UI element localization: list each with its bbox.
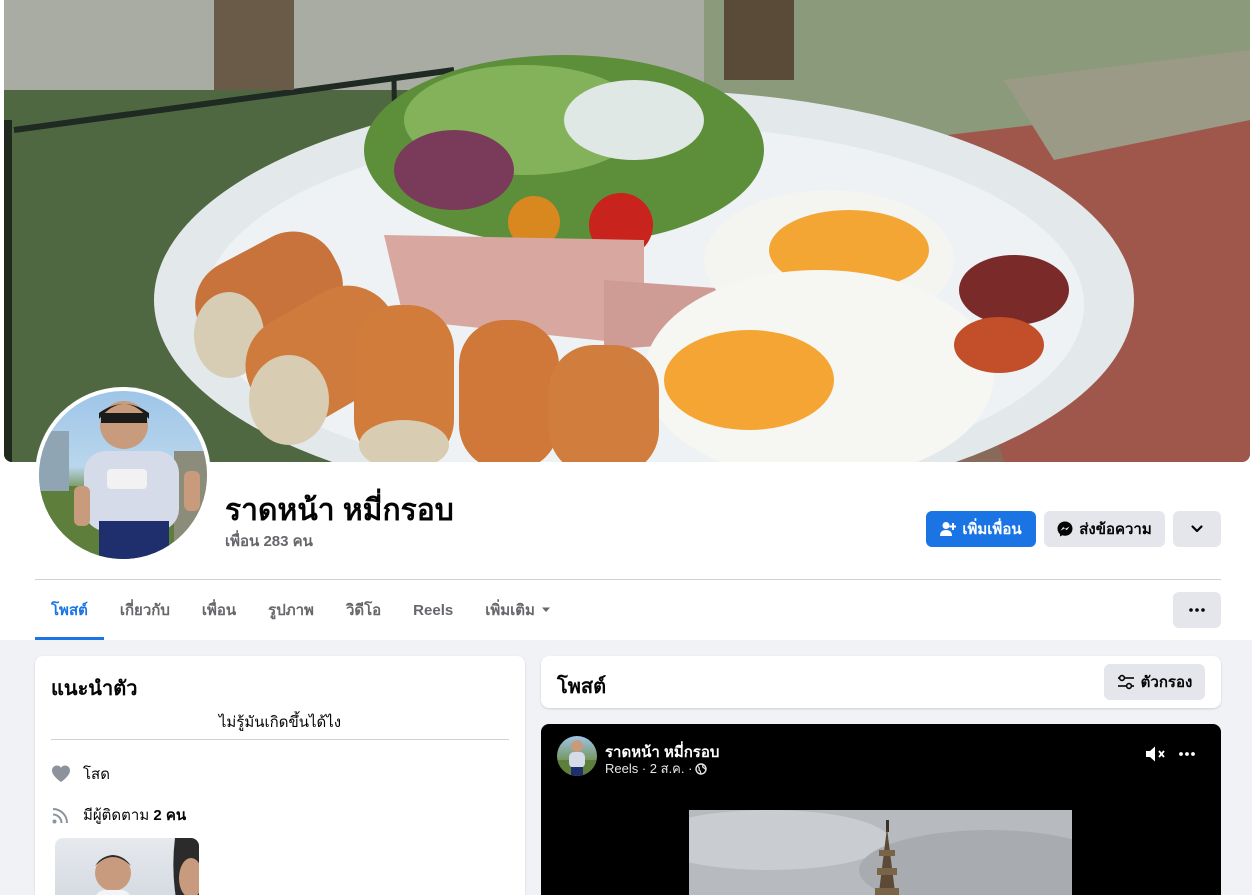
cover-photo-image <box>4 0 1250 462</box>
posts-header-card: โพสต์ ตัวกรอง <box>541 656 1221 708</box>
tab-more[interactable]: เพิ่มเติม <box>469 580 567 640</box>
more-dots-icon <box>1179 752 1195 756</box>
message-label: ส่งข้อความ <box>1079 521 1152 538</box>
tab-friends-label: เพื่อน <box>201 602 237 619</box>
tab-reels[interactable]: Reels <box>397 580 469 640</box>
cover-photo[interactable] <box>4 0 1250 462</box>
followers-text: มีผู้ติดตาม 2 คน <box>83 803 186 827</box>
featured-photo[interactable] <box>55 838 199 895</box>
messenger-icon <box>1057 521 1073 537</box>
profile-name: ราดหน้า หมี่กรอบ <box>225 494 454 527</box>
temple-spire-image <box>689 810 1072 895</box>
intro-card: แนะนำตัว ไม่รู้มันเกิดขึ้นได้ไง โสด มีผู… <box>35 656 525 895</box>
reel-author-avatar[interactable] <box>557 736 597 776</box>
reel-more-options-button[interactable] <box>1177 744 1197 769</box>
rss-followers-icon <box>52 808 68 824</box>
tab-videos[interactable]: วิดีโอ <box>330 580 397 640</box>
globe-public-icon <box>695 762 708 775</box>
caret-down-icon <box>541 607 550 612</box>
chevron-down-icon <box>1191 525 1203 533</box>
tab-friends[interactable]: เพื่อน <box>186 580 252 640</box>
heart-icon <box>52 765 70 782</box>
filter-label: ตัวกรอง <box>1140 674 1193 691</box>
add-friend-button[interactable]: เพิ่มเพื่อน <box>926 511 1036 547</box>
tab-photos[interactable]: รูปภาพ <box>252 580 330 640</box>
tab-more-label: เพิ่มเติม <box>485 602 535 619</box>
reel-video-thumbnail[interactable] <box>689 810 1072 895</box>
reel-post-card[interactable]: ราดหน้า หมี่กรอบ Reels · 2 ส.ค. · <box>541 724 1221 895</box>
profile-more-button[interactable] <box>1173 511 1221 547</box>
posts-title: โพสต์ <box>557 676 607 698</box>
filter-sliders-icon <box>1117 674 1134 690</box>
tab-posts-label: โพสต์ <box>51 602 88 619</box>
more-dots-icon <box>1189 608 1205 612</box>
mute-button[interactable] <box>1145 744 1167 769</box>
add-friend-label: เพิ่มเพื่อน <box>962 521 1022 538</box>
reel-meta: Reels · 2 ส.ค. · <box>605 758 708 779</box>
tabs-more-options-button[interactable] <box>1173 592 1221 628</box>
tab-photos-label: รูปภาพ <box>268 602 314 619</box>
followers-count[interactable]: 2 คน <box>153 807 186 824</box>
tab-videos-label: วิดีโอ <box>345 602 382 619</box>
tab-posts[interactable]: โพสต์ <box>35 580 104 640</box>
profile-tabs: โพสต์ เกี่ยวกับ เพื่อน รูปภาพ วิดีโอ Ree… <box>35 580 567 640</box>
followers-row: มีผู้ติดตาม 2 คน <box>51 803 186 827</box>
featured-photo-image <box>95 838 199 895</box>
profile-picture[interactable] <box>35 387 211 563</box>
filter-button[interactable]: ตัวกรอง <box>1104 664 1205 700</box>
relationship-row: โสด <box>51 762 110 786</box>
tab-about-label: เกี่ยวกับ <box>119 602 170 619</box>
intro-divider <box>51 739 509 740</box>
relationship-status: โสด <box>83 766 110 783</box>
message-button[interactable]: ส่งข้อความ <box>1044 511 1165 547</box>
friends-count[interactable]: เพื่อน 283 คน <box>225 529 313 553</box>
reel-meta-text[interactable]: Reels · 2 ส.ค. · <box>605 758 692 779</box>
speaker-muted-icon <box>1146 746 1165 762</box>
tab-about[interactable]: เกี่ยวกับ <box>104 580 186 640</box>
tab-reels-label: Reels <box>413 601 454 619</box>
profile-header: ราดหน้า หมี่กรอบ เพื่อน 283 คน เพิ่มเพื่… <box>0 0 1252 640</box>
profile-picture-image <box>39 391 207 559</box>
followers-prefix: มีผู้ติดตาม <box>83 807 150 824</box>
intro-title: แนะนำตัว <box>51 678 138 700</box>
add-friend-icon <box>940 522 957 536</box>
intro-bio: ไม่รู้มันเกิดขึ้นได้ไง <box>218 714 342 731</box>
